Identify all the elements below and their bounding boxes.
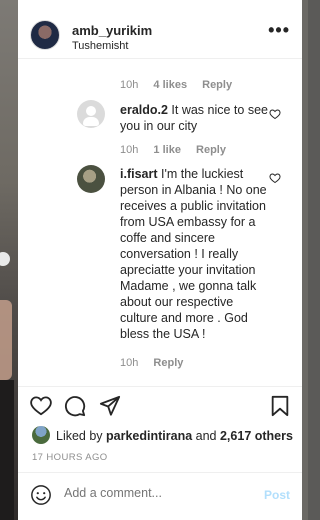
divider	[18, 58, 302, 59]
comment-time: 10h	[120, 357, 139, 369]
post-timestamp[interactable]: 17 HOURS AGO	[32, 452, 108, 463]
post-location[interactable]: Tushemisht	[72, 40, 128, 52]
liked-by-joiner: and	[192, 429, 220, 443]
reply-button[interactable]: Reply	[202, 79, 232, 91]
comment-body: i.fisart I'm the luckiest person in Alba…	[120, 166, 270, 342]
post-comment-button[interactable]: Post	[264, 488, 290, 502]
background-figure	[0, 300, 12, 380]
comment-meta-top: 10h 4 likes Reply	[120, 79, 244, 91]
liked-by-prefix: Liked by	[56, 429, 107, 443]
comment-content: I'm the luckiest person in Albania ! No …	[120, 167, 267, 341]
divider	[18, 386, 302, 387]
comment-username[interactable]: i.fisart	[120, 167, 158, 181]
liker-avatar[interactable]	[32, 426, 50, 444]
liked-by-text: Liked by parkedintirana and 2,617 others	[56, 429, 293, 443]
comment-body: eraldo.2 It was nice to see you in our c…	[120, 102, 270, 134]
reply-button[interactable]: Reply	[153, 357, 183, 369]
background-shadow	[0, 380, 14, 520]
share-icon[interactable]	[99, 395, 121, 417]
comment-username[interactable]: eraldo.2	[120, 103, 168, 117]
commenter-avatar[interactable]	[77, 100, 105, 128]
divider	[18, 472, 302, 473]
author-username[interactable]: amb_yurikim	[72, 23, 152, 38]
like-comment-heart-icon[interactable]	[269, 108, 281, 120]
carousel-arrow[interactable]	[0, 252, 10, 266]
add-comment-input[interactable]	[64, 486, 244, 500]
author-avatar[interactable]	[30, 20, 60, 50]
comment-meta: 10h 1 like Reply	[120, 144, 238, 156]
comment-icon[interactable]	[64, 395, 86, 417]
reply-button[interactable]: Reply	[196, 144, 226, 156]
emoji-icon[interactable]	[30, 484, 52, 506]
comment-likes[interactable]: 1 like	[153, 144, 181, 156]
commenter-avatar[interactable]	[77, 165, 105, 193]
bookmark-icon[interactable]	[270, 395, 290, 417]
comment-text: eraldo.2 It was nice to see you in our c…	[120, 102, 270, 134]
liker-username[interactable]: parkedintirana	[106, 429, 192, 443]
comments-panel: amb_yurikim Tushemisht ••• 10h 4 likes R…	[18, 0, 302, 520]
comment-time: 10h	[120, 144, 139, 156]
like-comment-heart-icon[interactable]	[269, 172, 281, 184]
post-header: amb_yurikim Tushemisht •••	[18, 12, 302, 56]
more-options-icon[interactable]: •••	[268, 20, 290, 41]
background-photo-left	[0, 0, 18, 520]
background-photo-right	[302, 0, 308, 520]
comment-time: 10h	[120, 79, 139, 91]
comment-meta: 10h Reply	[120, 357, 195, 369]
heart-icon[interactable]	[30, 396, 52, 416]
comment-text: i.fisart I'm the luckiest person in Alba…	[120, 166, 270, 342]
comment-likes[interactable]: 4 likes	[153, 79, 187, 91]
likes-count[interactable]: 2,617 others	[220, 429, 293, 443]
